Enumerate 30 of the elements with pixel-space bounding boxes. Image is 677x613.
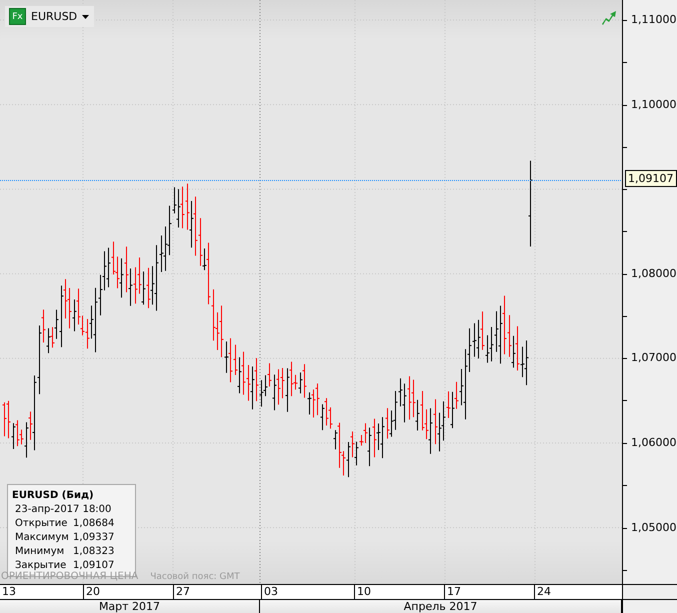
legend-label: Максимум <box>15 531 70 545</box>
legend-value: 1,09107 <box>73 559 116 572</box>
price-axis-label: 1,10000 <box>631 98 676 111</box>
trend-arrow-icon[interactable] <box>601 11 616 25</box>
price-axis-label: 1,11000 <box>631 13 676 26</box>
legend-date: 23-апр-2017 18:00 <box>15 503 112 517</box>
timezone-note: Часовой пояс: GMT <box>150 572 240 582</box>
price-note: ОРИЕНТИРОВОЧНАЯ ЦЕНА <box>1 571 138 582</box>
legend-title: EURUSD (Бид) <box>12 489 95 503</box>
legend-label: Минимум <box>15 545 66 559</box>
month-axis-label: Март 2017 <box>0 600 260 613</box>
caret-icon <box>82 14 90 18</box>
legend-label: Закрытие <box>15 559 68 572</box>
legend-value: 1,08684 <box>73 517 116 531</box>
current-price-tag: 1,09107 <box>625 170 676 187</box>
symbol-dropdown[interactable]: Fx EURUSD <box>5 6 94 27</box>
price-axis-label: 1,05000 <box>631 520 676 534</box>
date-axis-label: 03 <box>261 585 354 599</box>
date-axis-label: 20 <box>83 585 173 599</box>
legend-value: 1,08323 <box>73 545 116 559</box>
legend-label: Открытие <box>15 517 68 531</box>
price-axis-label: 1,08000 <box>631 266 676 280</box>
legend-value: 1,09337 <box>73 531 116 545</box>
price-axis-label: 1,06000 <box>631 436 676 449</box>
date-axis-label: 13 <box>1 585 17 599</box>
date-axis-label: 27 <box>173 585 261 599</box>
forex-badge-icon: Fx <box>9 8 26 25</box>
date-axis-label: 17 <box>444 585 534 599</box>
price-axis-label: 1,07000 <box>631 351 676 364</box>
date-axis-label: 10 <box>354 585 444 599</box>
